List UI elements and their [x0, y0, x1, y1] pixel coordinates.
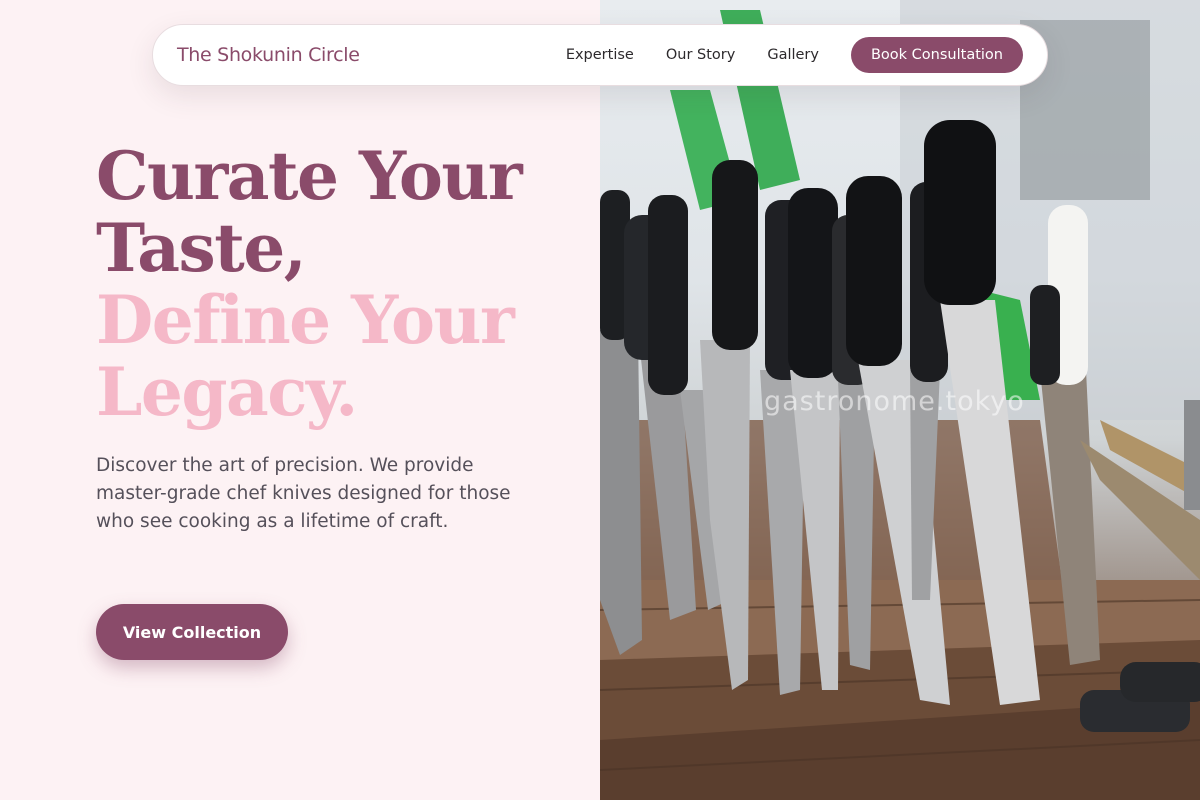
image-watermark: gastronome.tokyo — [764, 386, 1025, 417]
brand-logo-text[interactable]: The Shokunin Circle — [177, 44, 360, 66]
nav-link-gallery[interactable]: Gallery — [767, 47, 819, 63]
hero-headline: Curate Your Taste, Define Your Legacy. — [96, 140, 596, 428]
nav-link-expertise[interactable]: Expertise — [566, 47, 634, 63]
headline-line-4: Legacy. — [96, 353, 358, 431]
book-consultation-button[interactable]: Book Consultation — [850, 37, 1023, 73]
hero-image-knives: gastronome.tokyo — [600, 0, 1200, 800]
view-collection-button[interactable]: View Collection — [96, 604, 288, 660]
headline-line-3: Define Your — [96, 281, 515, 359]
hero-description: Discover the art of precision. We provid… — [96, 455, 511, 532]
nav-links: Expertise Our Story Gallery Book Consult… — [566, 37, 1023, 73]
headline-line-1: Curate Your — [96, 137, 523, 215]
top-navbar: The Shokunin Circle Expertise Our Story … — [152, 24, 1048, 86]
headline-line-2: Taste, — [96, 209, 307, 287]
nav-link-our-story[interactable]: Our Story — [666, 47, 735, 63]
